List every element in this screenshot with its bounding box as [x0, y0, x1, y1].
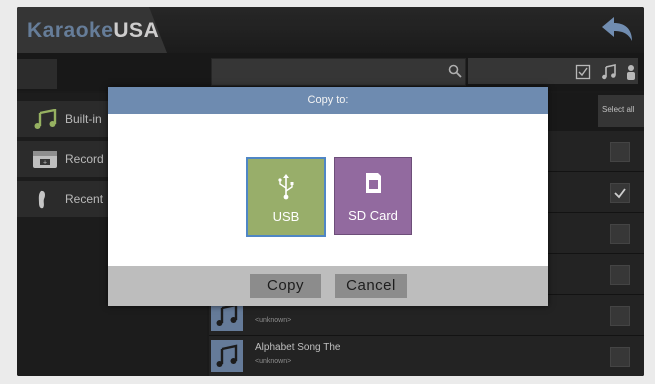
dialog-title: Copy to: [307, 94, 349, 106]
usb-icon [278, 174, 294, 200]
copy-dialog: Copy to: USB SD Card Copy Cancel [108, 87, 548, 306]
copy-button[interactable]: Copy [250, 274, 321, 298]
dialog-header: Copy to: [108, 87, 548, 114]
usb-option-label: USB [272, 209, 300, 224]
sd-card-icon [366, 173, 381, 193]
sd-card-option-label: SD Card [348, 208, 398, 223]
cancel-button[interactable]: Cancel [335, 274, 407, 298]
sd-card-option[interactable]: SD Card [334, 157, 412, 235]
dialog-footer: Copy Cancel [108, 266, 548, 306]
usb-option[interactable]: USB [246, 157, 326, 237]
